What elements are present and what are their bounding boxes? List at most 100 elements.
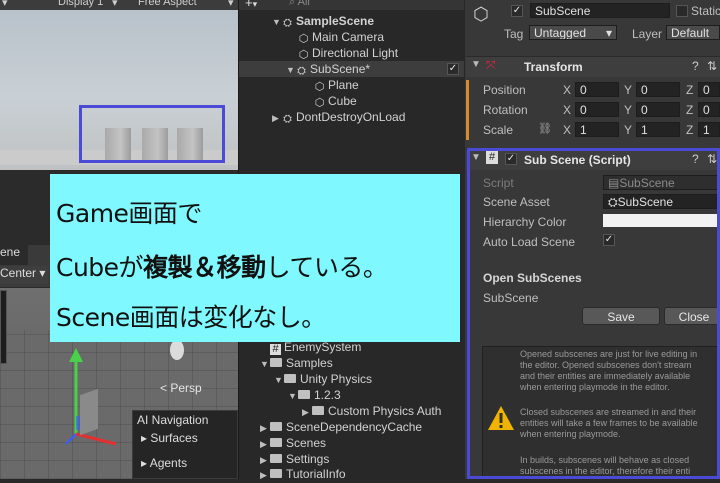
chevron-down-icon: ▾ <box>39 266 46 280</box>
hierarchy-row-samplescene[interactable]: ▼ ⛭ SampleScene <box>272 13 462 29</box>
subscene-toggle-checkbox[interactable]: ✓ <box>447 63 459 75</box>
hierarchy-row-plane[interactable]: ⬡ Plane <box>314 77 359 93</box>
hierarchy-row-cube[interactable]: ⬡ Cube <box>314 93 357 109</box>
script-highlight-box <box>467 148 720 479</box>
layer-dropdown[interactable]: Default <box>666 25 720 40</box>
chevron-down-icon[interactable]: ▾ <box>2 0 8 9</box>
axis-z-label: Z <box>686 123 694 137</box>
project-folder-1-2-3[interactable]: ▼ 1.2.3 <box>288 387 341 403</box>
static-checkbox[interactable] <box>676 5 688 17</box>
axis-x-label: X <box>563 83 572 97</box>
annotation-line-3: Scene画面は変化なし。 <box>56 303 326 332</box>
hierarchy-row-label: SubScene* <box>310 62 371 76</box>
axis-x-label: X <box>563 103 572 117</box>
expand-arrow-icon[interactable]: ▶ <box>260 420 270 436</box>
position-x-field[interactable]: 0 <box>575 82 619 97</box>
scale-z-field[interactable]: 1 <box>698 122 720 137</box>
expand-arrow-icon[interactable]: ▶ <box>302 404 312 420</box>
rotation-y-field[interactable]: 0 <box>636 102 680 117</box>
project-folder-settings[interactable]: ▶ Settings <box>260 451 329 467</box>
project-folder-samples[interactable]: ▼ Samples <box>260 355 333 371</box>
project-item-label: Settings <box>286 452 330 466</box>
expand-arrow-icon[interactable]: ▶ <box>260 467 270 483</box>
position-z-field[interactable]: 0 <box>698 82 720 97</box>
project-item-label: Scenes <box>286 436 327 450</box>
hierarchy-row-dontdestroyonload[interactable]: ▶ ⛭ DontDestroyOnLoad <box>272 109 405 125</box>
folder-icon <box>284 374 296 383</box>
tab-scene[interactable]: ene <box>0 245 28 265</box>
search-placeholder: All <box>297 0 310 8</box>
project-item-label: Unity Physics <box>300 372 373 386</box>
scale-y-field[interactable]: 1 <box>636 122 680 137</box>
expand-arrow-icon[interactable]: ▶ <box>260 436 270 452</box>
collapse-arrow-icon[interactable]: ▼ <box>471 59 481 70</box>
annotation-line-2: Cubeが複製＆移動している。 <box>56 248 388 284</box>
hierarchy-row-subscene[interactable]: ▼ ⛭ SubScene* ✓ <box>239 61 464 77</box>
folder-icon <box>270 438 282 447</box>
annotation-emphasis: 複製＆移動 <box>143 253 266 282</box>
gameobject-cube-icon: ⬡ <box>314 81 325 93</box>
gameobject-cube-icon: ⬡ <box>298 33 309 45</box>
folder-icon <box>270 422 282 431</box>
folder-icon <box>312 406 324 415</box>
annotation-text: Cubeが <box>56 253 144 282</box>
game-toolbar: ▾ Display 1 ▾ Free Aspect ▾ <box>0 0 238 10</box>
scene-tools-overlay[interactable] <box>0 290 7 364</box>
persp-label[interactable]: < Persp <box>160 381 202 395</box>
project-folder-scenedependencycache[interactable]: ▶ SceneDependencyCache <box>260 419 422 435</box>
static-label: Static <box>691 4 720 18</box>
object-name-field[interactable]: SubScene <box>530 3 670 18</box>
link-icon[interactable]: ⛓ <box>538 122 552 135</box>
scale-x-field[interactable]: 1 <box>575 122 619 137</box>
expand-arrow-icon[interactable]: ▼ <box>288 388 298 404</box>
scene-cube <box>80 388 98 436</box>
unity-scene-icon: ⛭ <box>283 17 292 29</box>
axis-y-label: Y <box>624 103 633 117</box>
transform-header[interactable]: ▼ ⤧ Transform ? ⇅ <box>466 56 720 77</box>
pivot-label: Center <box>0 266 37 280</box>
ai-nav-item-label: Surfaces <box>150 431 198 445</box>
tag-value: Untagged <box>534 26 587 40</box>
annotation-box: Game画面で Cubeが複製＆移動している。 Scene画面は変化なし。 <box>50 174 460 342</box>
ai-nav-item-agents[interactable]: ▸ Agents <box>141 456 187 470</box>
tag-dropdown[interactable]: Untagged ▾ <box>529 25 617 40</box>
pivot-dropdown[interactable]: Center ▾ <box>0 266 48 284</box>
expand-arrow-icon[interactable]: ▼ <box>272 14 282 30</box>
hierarchy-row-label: Directional Light <box>312 46 399 60</box>
rotation-x-field[interactable]: 0 <box>575 102 619 117</box>
project-folder-custom-physics-auth[interactable]: ▶ Custom Physics Auth <box>302 403 441 419</box>
display-dropdown[interactable]: Display 1 <box>58 0 103 8</box>
project-folder-tutorialinfo[interactable]: ▶ TutorialInfo <box>260 466 346 482</box>
settings-sliders-icon[interactable]: ⇅ <box>707 59 717 73</box>
folder-icon <box>298 390 310 399</box>
transform-title: Transform <box>524 60 583 74</box>
aspect-dropdown[interactable]: Free Aspect <box>138 0 197 8</box>
chevron-down-icon: ▾ <box>605 26 612 40</box>
gameobject-cube-icon: ⬡ <box>314 97 325 109</box>
position-y-field[interactable]: 0 <box>636 82 680 97</box>
chevron-down-icon: ▾ <box>112 0 118 9</box>
script-hash-icon: # <box>270 344 281 355</box>
expand-arrow-icon[interactable]: ▼ <box>260 356 270 372</box>
camera-gizmo-icon <box>170 340 184 360</box>
tag-label: Tag <box>504 27 524 41</box>
project-folder-scenes[interactable]: ▶ Scenes <box>260 435 326 451</box>
ai-nav-item-surfaces[interactable]: ▸ Surfaces <box>141 431 198 445</box>
hierarchy-row-label: SampleScene <box>296 14 375 28</box>
project-item-label: 1.2.3 <box>314 388 341 402</box>
hierarchy-row-directional-light[interactable]: ⬡ Directional Light <box>298 45 398 61</box>
expand-arrow-icon[interactable]: ▼ <box>274 372 284 388</box>
hierarchy-toolbar: +▾ ⌕ All <box>239 0 464 10</box>
ai-navigation-overlay: AI Navigation ▸ Surfaces ▸ Agents <box>132 410 238 479</box>
help-icon[interactable]: ? <box>692 59 699 73</box>
expand-arrow-icon[interactable]: ▶ <box>272 110 282 126</box>
axis-y-label: Y <box>624 83 633 97</box>
hierarchy-row-main-camera[interactable]: ⬡ Main Camera <box>298 29 384 45</box>
tab-scene-label: ene <box>0 245 21 259</box>
rotation-z-field[interactable]: 0 <box>698 102 720 117</box>
project-folder-unity-physics[interactable]: ▼ Unity Physics <box>274 371 372 387</box>
expand-arrow-icon[interactable]: ▼ <box>286 62 296 78</box>
hierarchy-search-input[interactable]: ⌕ All <box>289 0 310 9</box>
add-button[interactable]: +▾ <box>245 0 257 10</box>
active-checkbox[interactable]: ✓ <box>511 5 523 17</box>
